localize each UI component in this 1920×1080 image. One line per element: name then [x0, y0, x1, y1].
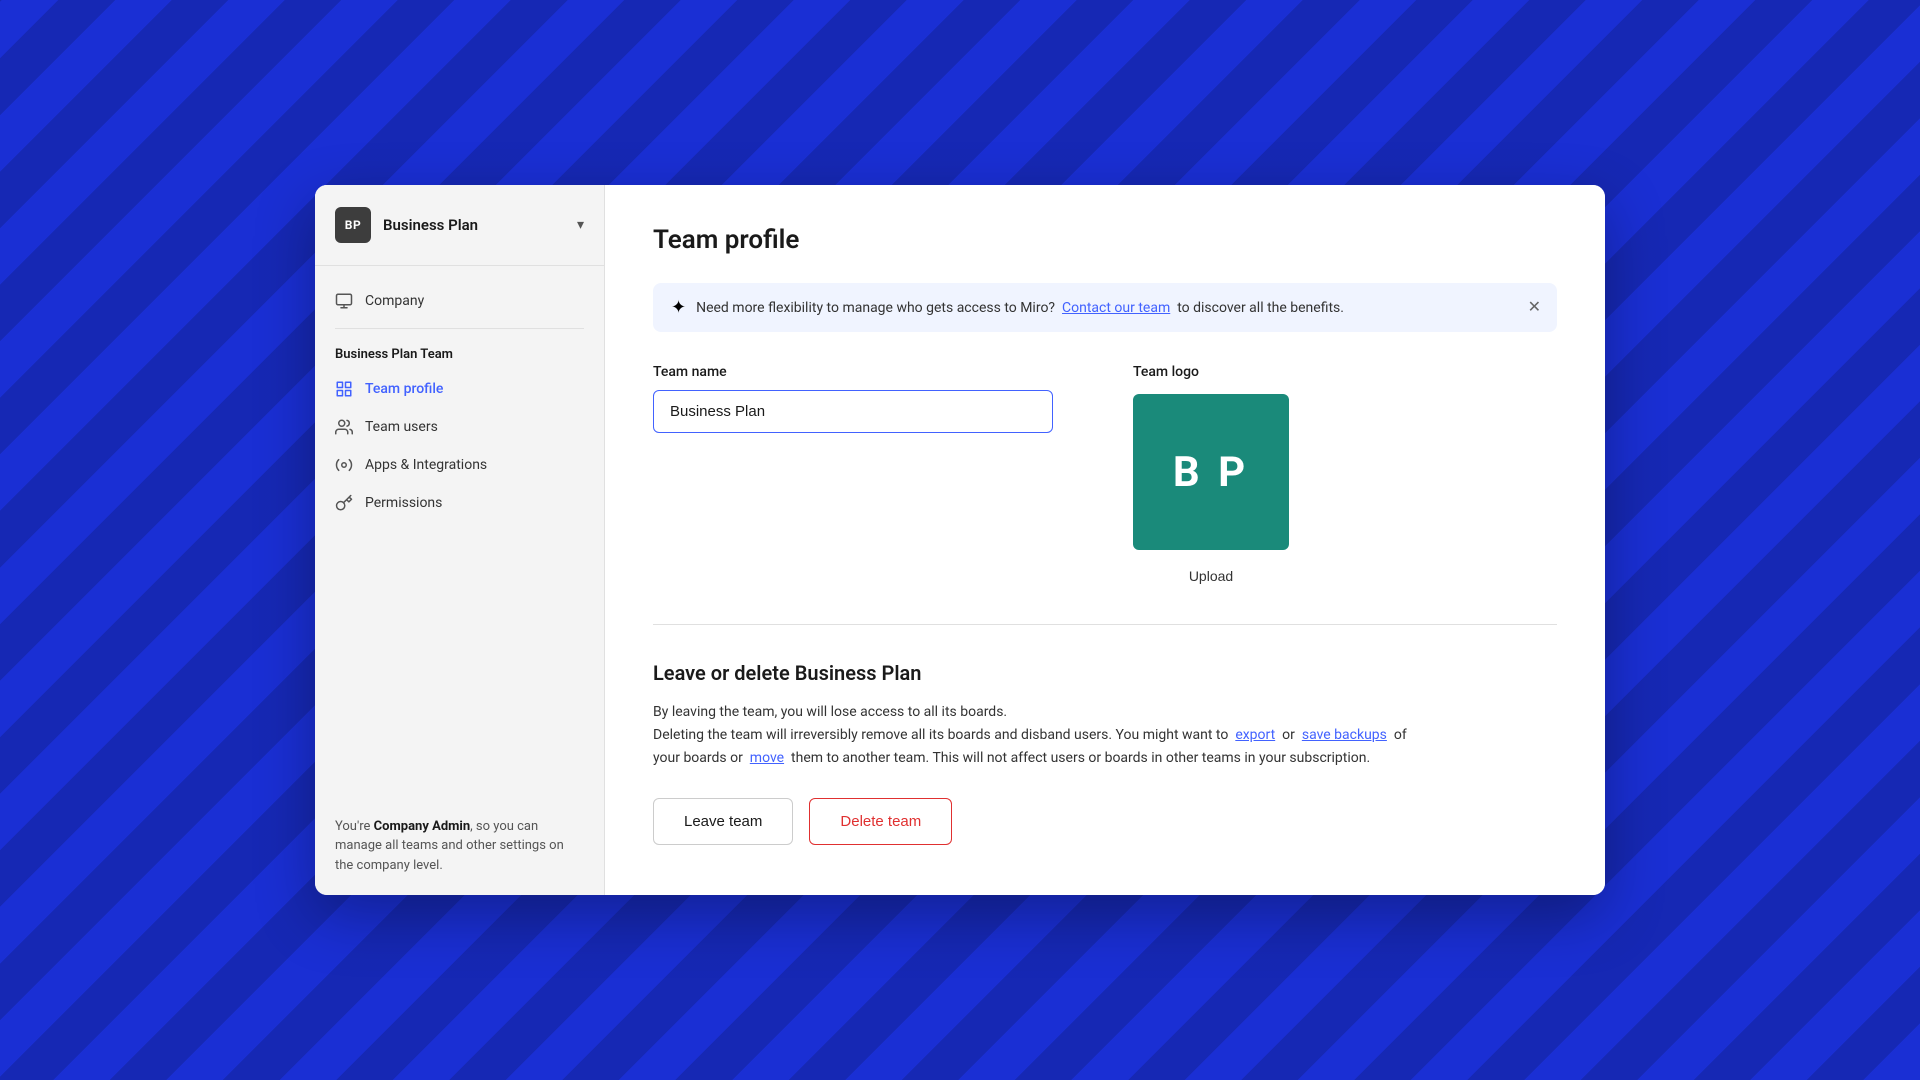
- profile-section: Team name Team logo B P Upload: [653, 364, 1557, 625]
- save-backups-link[interactable]: save backups: [1302, 727, 1387, 743]
- sidebar-item-team-users-label: Team users: [365, 419, 438, 435]
- leave-description: By leaving the team, you will lose acces…: [653, 701, 1493, 770]
- sidebar-item-team-profile-label: Team profile: [365, 381, 443, 397]
- close-icon[interactable]: ✕: [1528, 300, 1541, 316]
- team-name-label: Team name: [653, 364, 1053, 380]
- upload-button[interactable]: Upload: [1189, 564, 1233, 588]
- sidebar-header[interactable]: BP Business Plan ▾: [315, 185, 604, 266]
- app-window: BP Business Plan ▾ Company Business Plan…: [315, 185, 1605, 895]
- team-profile-icon: [335, 380, 353, 398]
- export-link[interactable]: export: [1235, 727, 1275, 743]
- sidebar-section-label: Business Plan Team: [315, 337, 604, 370]
- team-logo-box: B P: [1133, 394, 1289, 550]
- leave-section: Leave or delete Business Plan By leaving…: [653, 661, 1557, 865]
- sidebar-nav: Company Business Plan Team Team profile: [315, 266, 604, 538]
- team-logo-section: Team logo B P Upload: [1133, 364, 1289, 588]
- page-title: Team profile: [653, 225, 1557, 255]
- sidebar-item-permissions[interactable]: Permissions: [315, 484, 604, 522]
- sidebar-item-company[interactable]: Company: [315, 282, 604, 320]
- sidebar-item-apps-integrations[interactable]: Apps & Integrations: [315, 446, 604, 484]
- info-banner: ✦ Need more flexibility to manage who ge…: [653, 283, 1557, 332]
- leave-title: Leave or delete Business Plan: [653, 661, 1557, 685]
- action-buttons: Leave team Delete team: [653, 798, 1557, 845]
- sidebar-team-name: Business Plan: [383, 216, 565, 234]
- sidebar-item-team-users[interactable]: Team users: [315, 408, 604, 446]
- sparkle-icon: ✦: [671, 297, 686, 318]
- sidebar-item-team-profile[interactable]: Team profile: [315, 370, 604, 408]
- team-avatar: BP: [335, 207, 371, 243]
- sidebar-footer: You're Company Admin, so you can manage …: [315, 797, 604, 896]
- team-logo-label: Team logo: [1133, 364, 1199, 380]
- sidebar-item-apps-label: Apps & Integrations: [365, 457, 487, 473]
- sidebar-divider: [335, 328, 584, 329]
- company-icon: [335, 292, 353, 310]
- sidebar: BP Business Plan ▾ Company Business Plan…: [315, 185, 605, 895]
- chevron-down-icon[interactable]: ▾: [577, 217, 584, 233]
- delete-team-button[interactable]: Delete team: [809, 798, 952, 845]
- team-users-icon: [335, 418, 353, 436]
- leave-team-button[interactable]: Leave team: [653, 798, 793, 845]
- main-content: Team profile ✦ Need more flexibility to …: [605, 185, 1605, 895]
- company-label: Company: [365, 293, 424, 309]
- banner-text: Need more flexibility to manage who gets…: [696, 300, 1539, 316]
- contact-team-link[interactable]: Contact our team: [1062, 300, 1170, 316]
- permissions-icon: [335, 494, 353, 512]
- team-name-section: Team name: [653, 364, 1053, 433]
- move-link[interactable]: move: [750, 750, 784, 766]
- team-name-input[interactable]: [653, 390, 1053, 433]
- sidebar-item-permissions-label: Permissions: [365, 495, 442, 511]
- apps-integrations-icon: [335, 456, 353, 474]
